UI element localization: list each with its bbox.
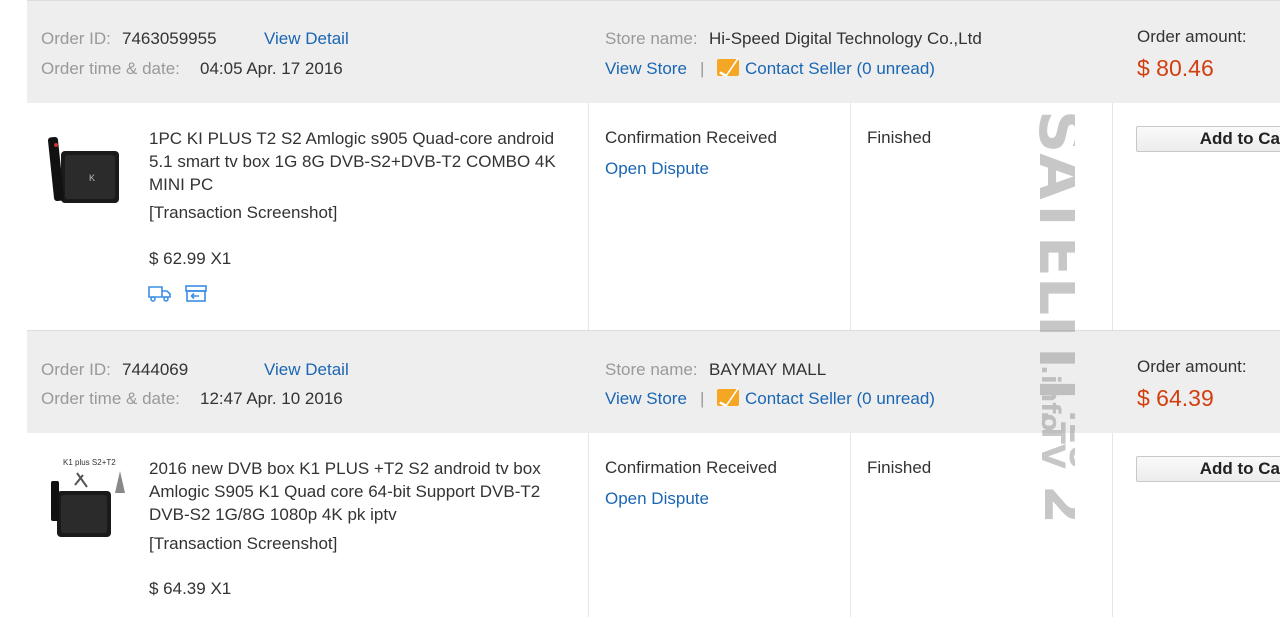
- unit-price: $ 64.39 X1: [149, 579, 232, 598]
- order-id: 7444069: [122, 360, 189, 379]
- mail-icon: [717, 59, 739, 76]
- store-name-label: Store name:: [605, 29, 698, 48]
- truck-icon[interactable]: [148, 284, 172, 302]
- column-divider: [850, 103, 851, 330]
- product-image[interactable]: K1 plus S2+T2: [47, 453, 132, 538]
- unread-count: (0 unread): [856, 389, 935, 408]
- order-id-label: Order ID:: [41, 29, 111, 48]
- svg-text:K: K: [89, 173, 95, 183]
- add-to-cart-button[interactable]: Add to Cart: [1136, 126, 1280, 152]
- product-title-link[interactable]: 1PC KI PLUS T2 S2 Amlogic s905 Quad-core…: [149, 127, 579, 196]
- order-body: K 1PC KI PLUS T2 S2 Amlogic s905 Quad-co…: [27, 103, 1280, 330]
- order-amount: $ 80.46: [1137, 55, 1214, 81]
- order-status: Confirmation Received: [605, 128, 777, 147]
- contact-seller-label: Contact Seller: [745, 59, 852, 78]
- column-divider: [588, 103, 589, 330]
- contact-seller-link[interactable]: Contact Seller (0 unread): [717, 59, 935, 79]
- contact-seller-label: Contact Seller: [745, 389, 852, 408]
- order-card: Order ID: 7444069 View Detail Order time…: [27, 330, 1280, 617]
- order-id-label: Order ID:: [41, 360, 111, 379]
- open-dispute-link[interactable]: Open Dispute: [605, 159, 709, 179]
- open-dispute-link[interactable]: Open Dispute: [605, 489, 709, 509]
- column-divider: [1112, 433, 1113, 617]
- order-amount: $ 64.39: [1137, 385, 1214, 411]
- package-return-icon[interactable]: [184, 284, 208, 302]
- unit-price: $ 62.99 X1: [149, 249, 232, 268]
- store-name: Hi-Speed Digital Technology Co.,Ltd: [709, 29, 982, 48]
- column-divider: [588, 433, 589, 617]
- order-body: K1 plus S2+T2 2016 new DVB box K1 PLUS +…: [27, 433, 1280, 617]
- view-detail-link[interactable]: View Detail: [264, 360, 349, 380]
- thumb-caption: K1 plus S2+T2: [63, 458, 116, 467]
- store-name: BAYMAY MALL: [709, 360, 827, 379]
- orders-list: Order ID: 7463059955 View Detail Order t…: [27, 0, 1280, 617]
- add-to-cart-button[interactable]: Add to Cart: [1136, 456, 1280, 482]
- column-divider: [850, 433, 851, 617]
- store-name-label: Store name:: [605, 360, 698, 379]
- order-time: 12:47 Apr. 10 2016: [200, 389, 343, 408]
- order-amount-label: Order amount:: [1137, 27, 1247, 46]
- contact-seller-link[interactable]: Contact Seller (0 unread): [717, 389, 935, 409]
- order-time-label: Order time & date:: [41, 59, 180, 78]
- order-amount-label: Order amount:: [1137, 357, 1247, 376]
- separator: |: [700, 59, 705, 78]
- transaction-screenshot-link[interactable]: [Transaction Screenshot]: [149, 534, 337, 554]
- view-detail-link[interactable]: View Detail: [264, 29, 349, 49]
- order-header: Order ID: 7444069 View Detail Order time…: [27, 330, 1280, 434]
- mail-icon: [717, 389, 739, 406]
- order-time-label: Order time & date:: [41, 389, 180, 408]
- product-image[interactable]: K: [47, 131, 132, 216]
- order-id: 7463059955: [122, 29, 217, 48]
- order-state: Finished: [867, 128, 932, 147]
- transaction-screenshot-link[interactable]: [Transaction Screenshot]: [149, 203, 337, 223]
- product-title-link[interactable]: 2016 new DVB box K1 PLUS +T2 S2 android …: [149, 457, 579, 526]
- order-header: Order ID: 7463059955 View Detail Order t…: [27, 0, 1280, 104]
- order-time: 04:05 Apr. 17 2016: [200, 59, 343, 78]
- unread-count: (0 unread): [856, 59, 935, 78]
- view-store-link[interactable]: View Store: [605, 389, 687, 409]
- column-divider: [1112, 103, 1113, 330]
- separator: |: [700, 389, 705, 408]
- order-status: Confirmation Received: [605, 458, 777, 477]
- order-card: Order ID: 7463059955 View Detail Order t…: [27, 0, 1280, 330]
- view-store-link[interactable]: View Store: [605, 59, 687, 79]
- order-state: Finished: [867, 458, 932, 477]
